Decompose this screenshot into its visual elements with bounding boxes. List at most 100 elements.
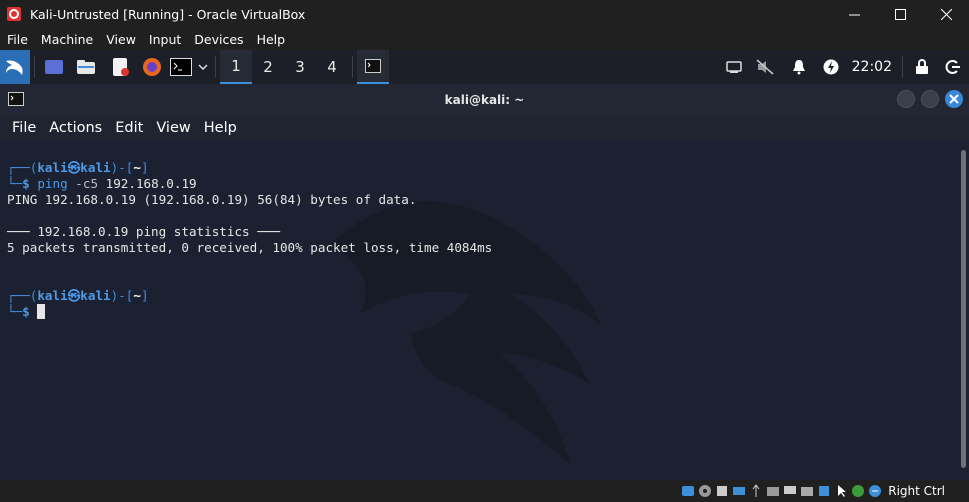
network-icon: [725, 61, 742, 73]
close-icon: [949, 94, 959, 104]
firefox-icon: [143, 58, 161, 76]
clock-label: 22:02: [851, 59, 892, 75]
output-line: 5 packets transmitted, 0 received, 100% …: [7, 240, 493, 255]
menu-input[interactable]: Input: [143, 32, 187, 47]
terminal-window: kali@kali: ~ File Actions Edit View Help…: [0, 84, 969, 480]
recording-status-icon[interactable]: [799, 484, 814, 499]
clock[interactable]: 22:02: [846, 50, 898, 84]
host-window-title: Kali-Untrusted [Running] - Oracle Virtua…: [30, 6, 306, 22]
menu-devices[interactable]: Devices: [188, 32, 249, 47]
desktop-icon: [45, 60, 63, 74]
host-menubar: File Machine View Input Devices Help: [0, 28, 969, 50]
terminal-maximize-button[interactable]: [921, 90, 939, 108]
menu-help[interactable]: Help: [251, 32, 292, 47]
keyboard-capture-status-icon[interactable]: [867, 484, 882, 499]
terminal-menu-edit[interactable]: Edit: [103, 120, 143, 136]
workspace-label: 2: [263, 58, 273, 76]
kali-menu-button[interactable]: [0, 50, 30, 84]
guest-display: 1 2 3 4 22:02 kali@kali: ~ File Actions …: [0, 50, 969, 480]
scrollbar-thumb[interactable]: [961, 150, 966, 468]
virtualbox-icon: [7, 7, 21, 21]
firefox-button[interactable]: [137, 50, 167, 84]
workspace-label: 4: [327, 58, 337, 76]
command-line: └─$ ping -c5 192.168.0.19: [7, 176, 197, 191]
terminal-icon: [365, 59, 381, 73]
maximize-button[interactable]: [877, 0, 923, 28]
terminal-menu-actions[interactable]: Actions: [37, 120, 102, 136]
terminal-launcher-button[interactable]: [167, 50, 195, 84]
text-cursor: [37, 304, 46, 319]
command-arg: 192.168.0.19: [105, 176, 197, 191]
terminal-menu-help[interactable]: Help: [192, 120, 237, 136]
output-line: ─── 192.168.0.19 ping statistics ───: [7, 224, 280, 239]
menu-view[interactable]: View: [100, 32, 142, 47]
network-tray-button[interactable]: [720, 50, 748, 84]
prompt-user: kali: [37, 160, 68, 175]
prompt-line: ┌──(kali㉿kali)-[~]: [7, 288, 149, 303]
command-flag: -c5: [75, 176, 99, 191]
cpu-status-icon[interactable]: [816, 484, 831, 499]
workspace-4[interactable]: 4: [316, 50, 348, 84]
bell-icon: [792, 60, 805, 75]
logout-icon: [945, 60, 960, 74]
workspace-2[interactable]: 2: [252, 50, 284, 84]
network-status-icon[interactable]: [731, 484, 746, 499]
hard-disk-status-icon[interactable]: [680, 484, 695, 499]
prompt-host: kali: [80, 288, 111, 303]
optical-drive-status-icon[interactable]: [697, 484, 712, 499]
usb-status-icon[interactable]: [748, 484, 763, 499]
minimize-button[interactable]: [831, 0, 877, 28]
close-icon: [940, 8, 952, 20]
terminal-output[interactable]: ┌──(kali㉿kali)-[~] └─$ ping -c5 192.168.…: [0, 140, 960, 480]
workspace-label: 1: [231, 57, 241, 75]
folder-icon: [77, 60, 95, 74]
prompt-at: ㉿: [67, 160, 81, 175]
panel-separator: [902, 56, 903, 78]
terminal-menu-view[interactable]: View: [144, 120, 190, 136]
prompt-host: kali: [80, 160, 111, 175]
kali-dragon-icon: [6, 60, 23, 75]
lock-screen-button[interactable]: [907, 50, 937, 84]
notifications-tray-button[interactable]: [782, 50, 816, 84]
terminal-scrollbar[interactable]: [961, 140, 966, 478]
logout-button[interactable]: [937, 50, 969, 84]
terminal-menu-file[interactable]: File: [0, 120, 36, 136]
text-editor-button[interactable]: [103, 50, 137, 84]
terminal-close-button[interactable]: [945, 90, 963, 108]
chevron-down-icon: [198, 64, 208, 70]
taskbar-terminal-window[interactable]: [357, 50, 389, 84]
prompt-dir: ~: [133, 160, 141, 175]
prompt-dir: ~: [133, 288, 141, 303]
output-line: PING 192.168.0.19 (192.168.0.19) 56(84) …: [7, 192, 417, 207]
display-status-icon[interactable]: [782, 484, 797, 499]
launcher-dropdown[interactable]: [195, 50, 211, 84]
power-manager-tray-button[interactable]: [816, 50, 846, 84]
terminal-minimize-button[interactable]: [897, 90, 915, 108]
menu-file[interactable]: File: [1, 32, 34, 47]
panel-separator: [352, 56, 353, 78]
show-desktop-button[interactable]: [39, 50, 69, 84]
terminal-titlebar: kali@kali: ~: [0, 84, 969, 116]
volume-tray-button[interactable]: [748, 50, 782, 84]
audio-status-icon[interactable]: [714, 484, 729, 499]
shared-folders-status-icon[interactable]: [765, 484, 780, 499]
minimize-icon: [848, 14, 860, 15]
workspace-1[interactable]: 1: [220, 50, 252, 84]
panel-separator: [34, 56, 35, 78]
lock-icon: [916, 59, 928, 74]
host-key-label: Right Ctrl: [888, 484, 945, 498]
maximize-icon: [894, 8, 906, 20]
command-line: └─$: [0, 304, 960, 320]
file-manager-button[interactable]: [69, 50, 103, 84]
menu-machine[interactable]: Machine: [35, 32, 99, 47]
host-statusbar: Right Ctrl: [0, 480, 969, 502]
close-button[interactable]: [923, 0, 969, 28]
text-editor-icon: [113, 58, 129, 76]
guest-additions-status-icon[interactable]: [850, 484, 865, 499]
workspace-3[interactable]: 3: [284, 50, 316, 84]
command-name: ping: [37, 176, 68, 191]
mouse-integration-status-icon[interactable]: [833, 484, 848, 499]
